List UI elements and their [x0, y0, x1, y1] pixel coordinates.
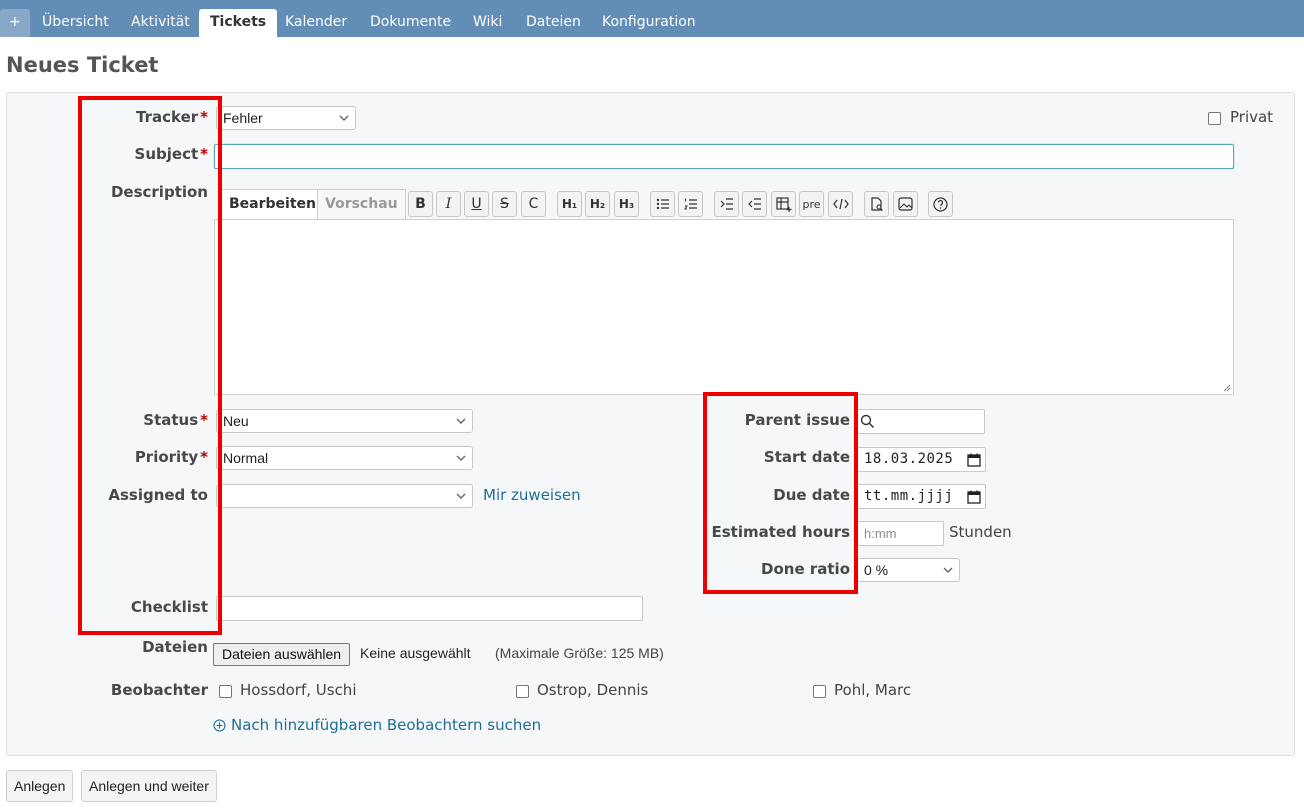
bullet-list-button[interactable]	[650, 191, 675, 217]
image-icon	[898, 197, 913, 211]
watcher-checkbox-pohl[interactable]	[813, 685, 826, 698]
help-button[interactable]	[928, 191, 953, 217]
attachment-link-button[interactable]	[864, 191, 889, 217]
table-icon	[775, 197, 791, 212]
private-label: Privat	[1230, 108, 1274, 126]
page-title: Neues Ticket	[6, 53, 159, 77]
watcher-name: Hossdorf, Uschi	[240, 681, 357, 699]
outdent-button[interactable]	[742, 191, 767, 217]
table-button[interactable]	[771, 191, 796, 217]
assigned-to-label: Assigned to	[108, 486, 208, 504]
description-label: Description	[110, 183, 208, 201]
choose-files-button[interactable]: Dateien auswählen	[213, 643, 351, 666]
due-date-input[interactable]: tt.mm.jjjj	[855, 484, 986, 509]
chevron-down-icon	[456, 492, 466, 500]
estimated-hours-label: Estimated hours	[711, 523, 850, 541]
tab-documents[interactable]: Dokumente	[359, 9, 462, 37]
tab-files[interactable]: Dateien	[515, 9, 592, 37]
strikethrough-button[interactable]: S	[492, 191, 517, 217]
watcher-checkbox-hossdorf[interactable]	[219, 685, 232, 698]
tab-configuration[interactable]: Konfiguration	[591, 9, 707, 37]
watcher-checkbox-ostrop[interactable]	[516, 685, 529, 698]
assign-to-me-link[interactable]: Mir zuweisen	[483, 486, 581, 504]
watcher-name: Pohl, Marc	[834, 681, 912, 699]
max-file-size: (Maximale Größe: 125 MB)	[495, 645, 664, 661]
bullet-list-icon	[656, 198, 669, 210]
checklist-input[interactable]	[216, 596, 643, 621]
underline-button[interactable]: U	[464, 191, 489, 217]
numbered-list-icon	[683, 198, 697, 210]
watcher-name: Ostrop, Dennis	[537, 681, 649, 699]
assigned-to-select[interactable]	[216, 484, 473, 508]
start-date-label: Start date	[763, 448, 850, 466]
done-ratio-select[interactable]: 0 %	[857, 558, 960, 582]
search-watchers-link[interactable]: Nach hinzufügbaren Beobachtern suchen	[231, 716, 541, 734]
resize-handle-icon[interactable]	[1223, 384, 1231, 392]
due-date-label: Due date	[773, 486, 850, 504]
chevron-down-icon	[456, 454, 466, 462]
no-file-selected: Keine ausgewählt	[360, 645, 471, 661]
tab-calendar[interactable]: Kalender	[274, 9, 358, 37]
tab-tickets[interactable]: Tickets	[199, 9, 278, 37]
priority-select[interactable]: Normal	[216, 446, 473, 470]
preformatted-button[interactable]: pre	[799, 191, 824, 217]
chevron-down-icon	[943, 566, 953, 574]
search-icon	[860, 414, 875, 429]
files-label: Dateien	[142, 638, 208, 656]
heading1-button[interactable]: H₁	[557, 191, 582, 217]
hours-unit-label: Stunden	[949, 523, 1012, 541]
heading2-button[interactable]: H₂	[585, 191, 610, 217]
code-block-button[interactable]	[828, 191, 853, 217]
bold-button[interactable]: B	[408, 191, 433, 217]
subject-label: Subject *	[134, 145, 208, 163]
estimated-hours-input[interactable]: h:mm	[856, 521, 944, 546]
calendar-icon[interactable]	[967, 453, 981, 467]
new-item-tab[interactable]: +	[0, 9, 30, 37]
indent-icon	[720, 198, 733, 210]
code-icon	[832, 198, 849, 210]
priority-label: Priority *	[134, 448, 208, 466]
subject-input[interactable]	[214, 144, 1234, 169]
help-icon	[933, 197, 948, 212]
indent-button[interactable]	[714, 191, 739, 217]
start-date-input[interactable]: 18.03.2025	[855, 447, 986, 472]
status-select[interactable]: Neu	[216, 409, 473, 433]
add-circle-icon[interactable]	[213, 719, 226, 732]
numbered-list-button[interactable]	[678, 191, 703, 217]
parent-issue-label: Parent issue	[744, 411, 850, 429]
private-checkbox[interactable]	[1208, 112, 1221, 125]
checklist-label: Checklist	[130, 598, 208, 616]
chevron-down-icon	[339, 114, 349, 122]
top-navigation: + Übersicht Aktivität Tickets Kalender D…	[0, 0, 1304, 37]
description-textarea[interactable]	[214, 219, 1234, 395]
tab-overview[interactable]: Übersicht	[31, 9, 120, 37]
create-button[interactable]: Anlegen	[6, 770, 74, 802]
tab-activity[interactable]: Aktivität	[120, 9, 201, 37]
image-button[interactable]	[893, 191, 918, 217]
italic-button[interactable]: I	[436, 191, 461, 217]
tab-preview[interactable]: Vorschau	[317, 189, 406, 219]
outdent-icon	[747, 198, 761, 210]
status-label: Status *	[143, 411, 208, 429]
file-search-icon	[870, 197, 883, 211]
tracker-label: Tracker *	[136, 108, 208, 126]
tracker-select[interactable]: Fehler	[216, 106, 356, 130]
tab-wiki[interactable]: Wiki	[462, 9, 513, 37]
code-button[interactable]: C	[521, 191, 546, 217]
done-ratio-label: Done ratio	[761, 560, 850, 578]
calendar-icon[interactable]	[967, 490, 981, 504]
chevron-down-icon	[456, 417, 466, 425]
watchers-label: Beobachter	[110, 681, 208, 699]
tab-edit[interactable]: Bearbeiten	[221, 189, 324, 219]
create-and-continue-button[interactable]: Anlegen und weiter	[81, 770, 217, 802]
heading3-button[interactable]: H₃	[614, 191, 639, 217]
